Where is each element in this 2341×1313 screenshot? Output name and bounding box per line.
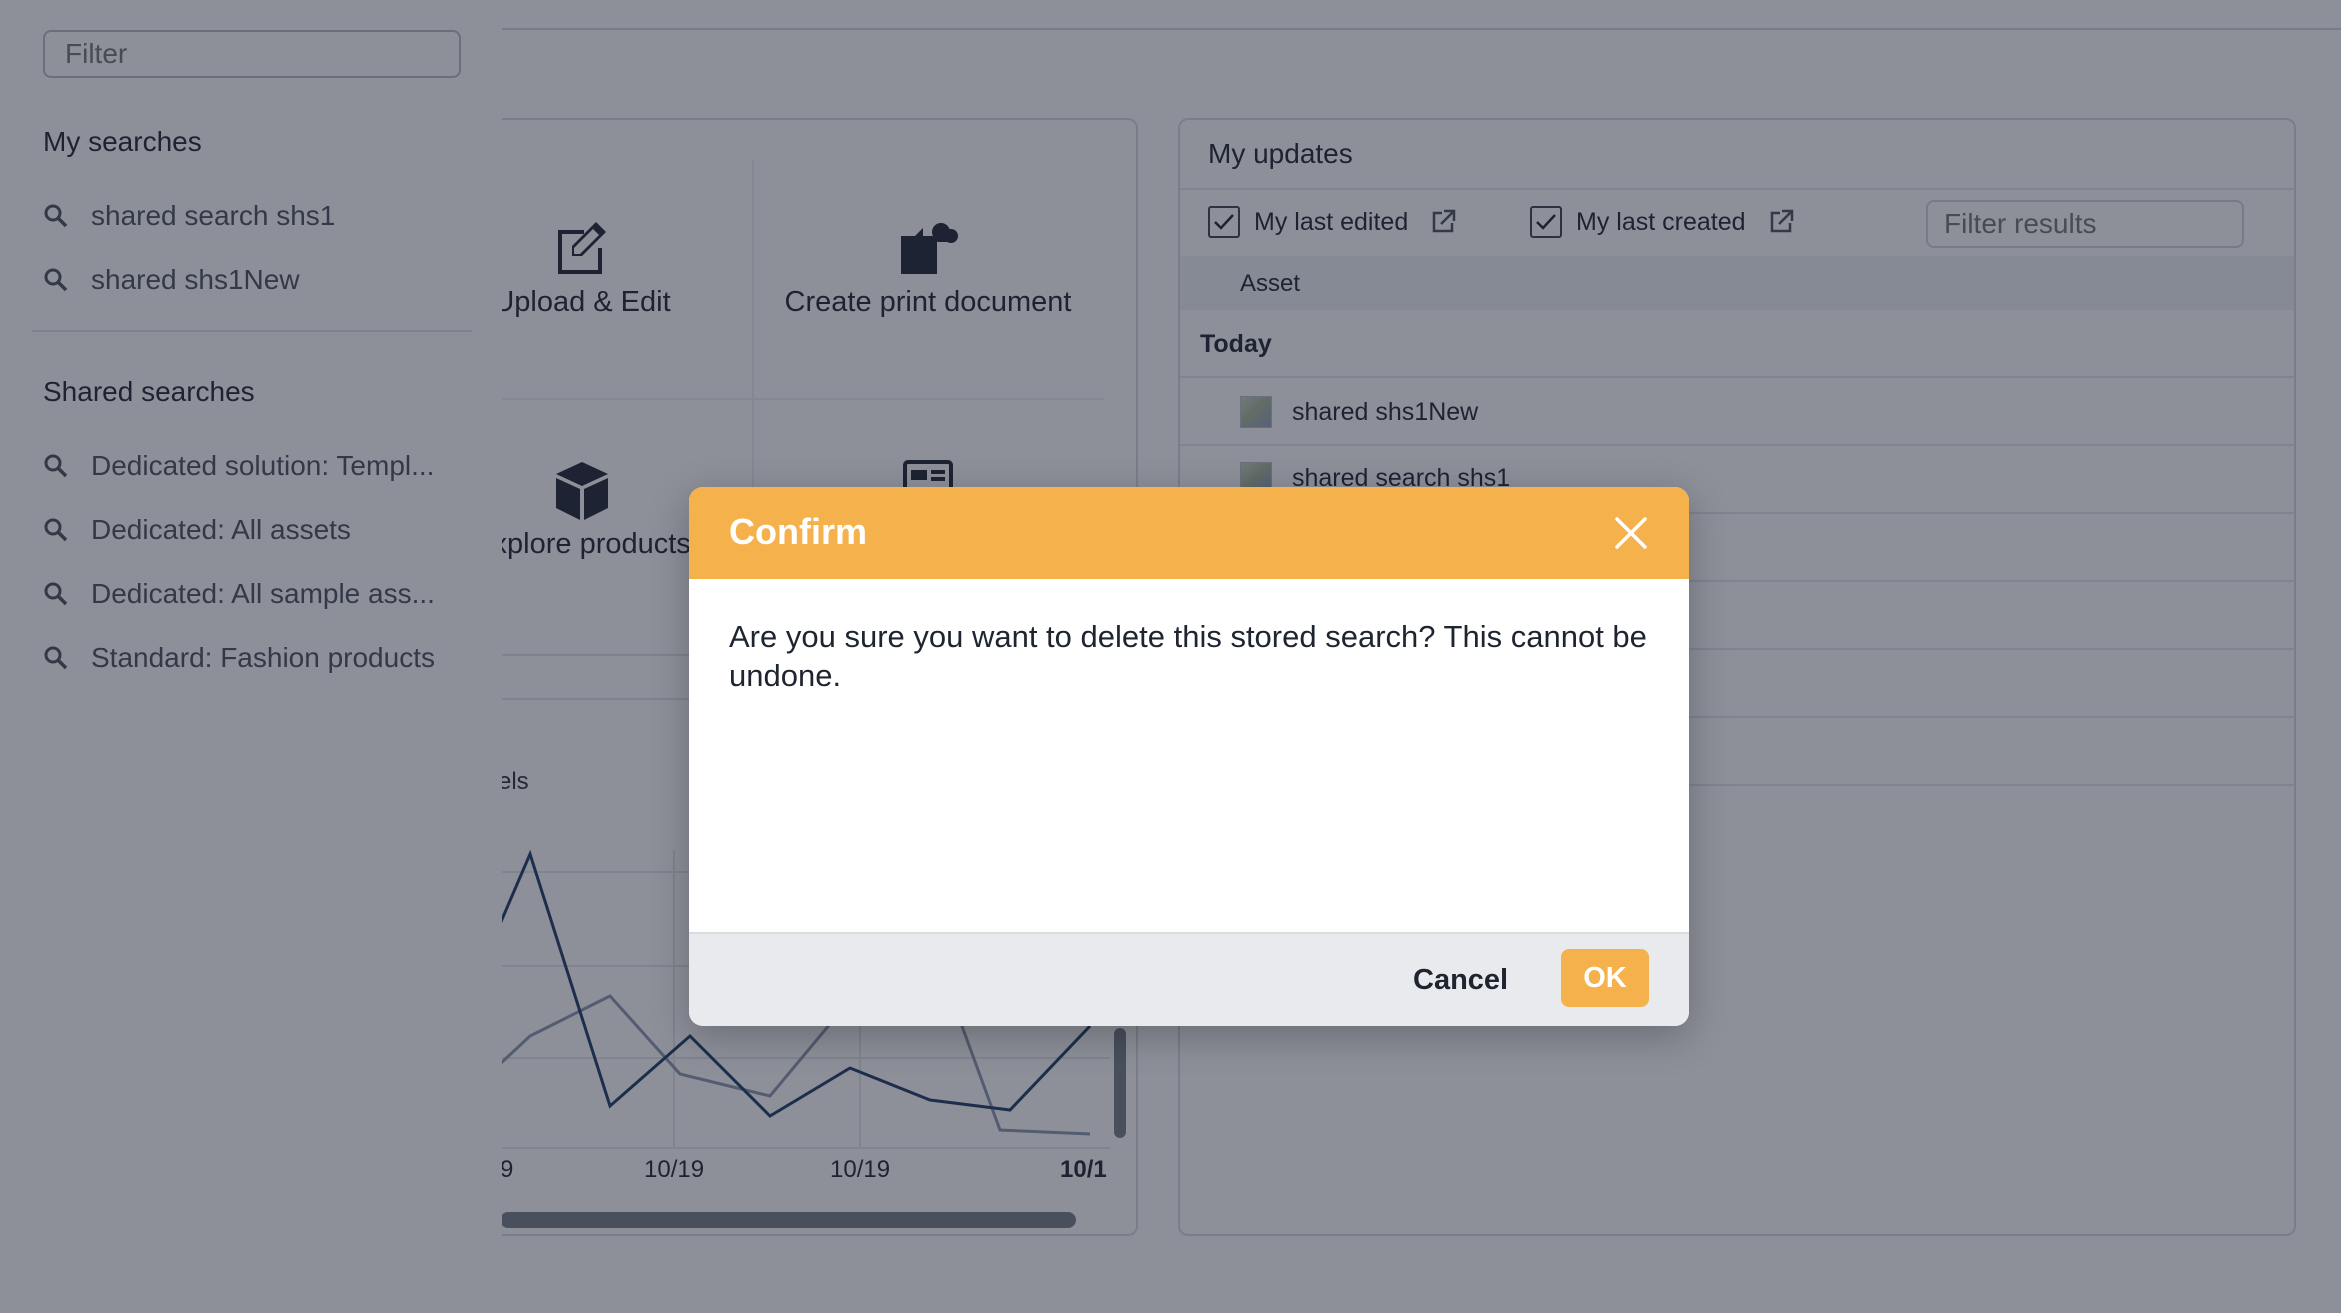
dialog-title: Confirm bbox=[729, 511, 867, 552]
confirm-dialog: Confirm Are you sure you want to delete … bbox=[689, 487, 1689, 1026]
dialog-footer: Cancel OK bbox=[689, 932, 1689, 1026]
close-icon[interactable] bbox=[1613, 515, 1649, 551]
cancel-button[interactable]: Cancel bbox=[1413, 964, 1508, 997]
dialog-message: Are you sure you want to delete this sto… bbox=[729, 619, 1647, 693]
ok-button[interactable]: OK bbox=[1561, 949, 1649, 1007]
dialog-header: Confirm bbox=[689, 487, 1689, 579]
